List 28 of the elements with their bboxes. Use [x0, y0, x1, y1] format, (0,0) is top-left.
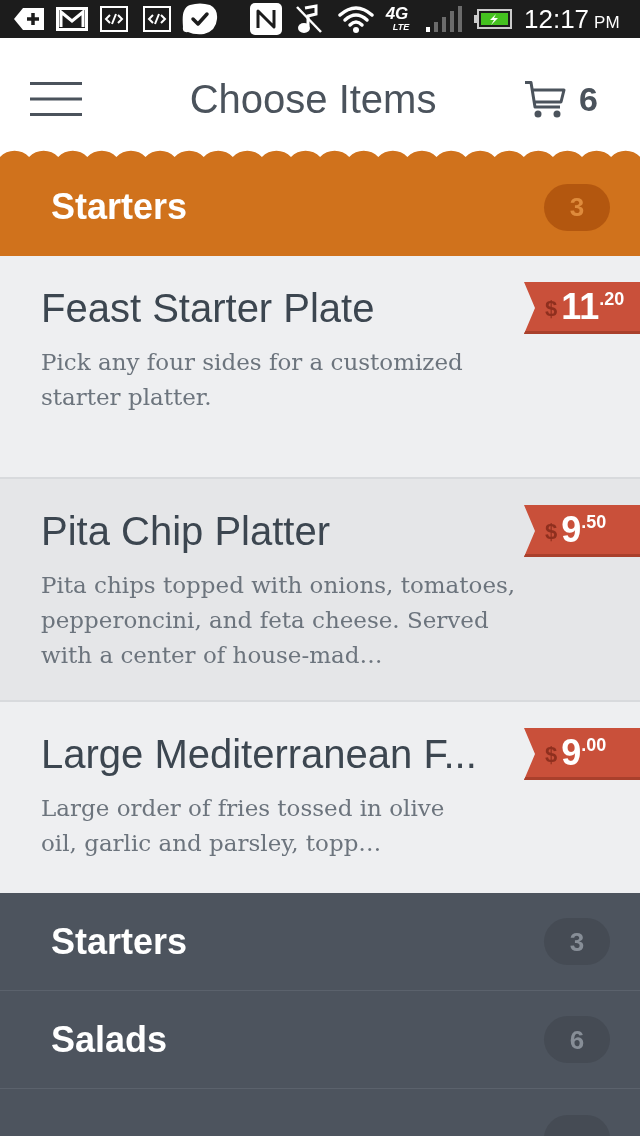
menu-icon: [30, 82, 82, 116]
item-name: Feast Starter Plate: [41, 285, 375, 332]
lte-label: LTE: [392, 22, 410, 32]
wifi-icon: [338, 5, 374, 33]
count-badge: 3: [544, 918, 610, 965]
category-row[interactable]: Salads 6: [0, 991, 640, 1089]
music-off-icon: [296, 4, 322, 34]
network-type-label: 4G: [385, 6, 409, 22]
tag-plus-icon: [14, 8, 44, 30]
battery-charging-icon: [474, 9, 512, 29]
menu-button[interactable]: [30, 82, 82, 116]
cart-icon: [524, 80, 567, 118]
clock: 12:17 PM: [524, 6, 620, 32]
signal-bars-icon: [426, 6, 462, 32]
count-badge: 6: [544, 1016, 610, 1063]
category-row[interactable]: Starters 3: [0, 893, 640, 991]
item-name: Pita Chip Platter: [41, 508, 331, 555]
item-description: Pick any four sides for a customized starter platter.: [41, 348, 464, 412]
cart-button[interactable]: 6: [524, 80, 598, 118]
screen-title: Choose Items: [189, 76, 437, 123]
item-description: Pita chips topped with onions, tomatoes, pepperoncini, and feta cheese. Served with a center of house-mad…: [41, 571, 517, 670]
code-icon: [100, 6, 128, 32]
item-description: Large order of fries tossed in olive oil, garlic and parsley, topp…: [41, 794, 446, 858]
code-icon: [143, 6, 171, 32]
mail-icon: [56, 7, 88, 31]
chat-check-icon: [182, 3, 218, 35]
item-name: Large Mediterranean F...: [41, 731, 477, 778]
nfc-icon: [250, 3, 282, 35]
